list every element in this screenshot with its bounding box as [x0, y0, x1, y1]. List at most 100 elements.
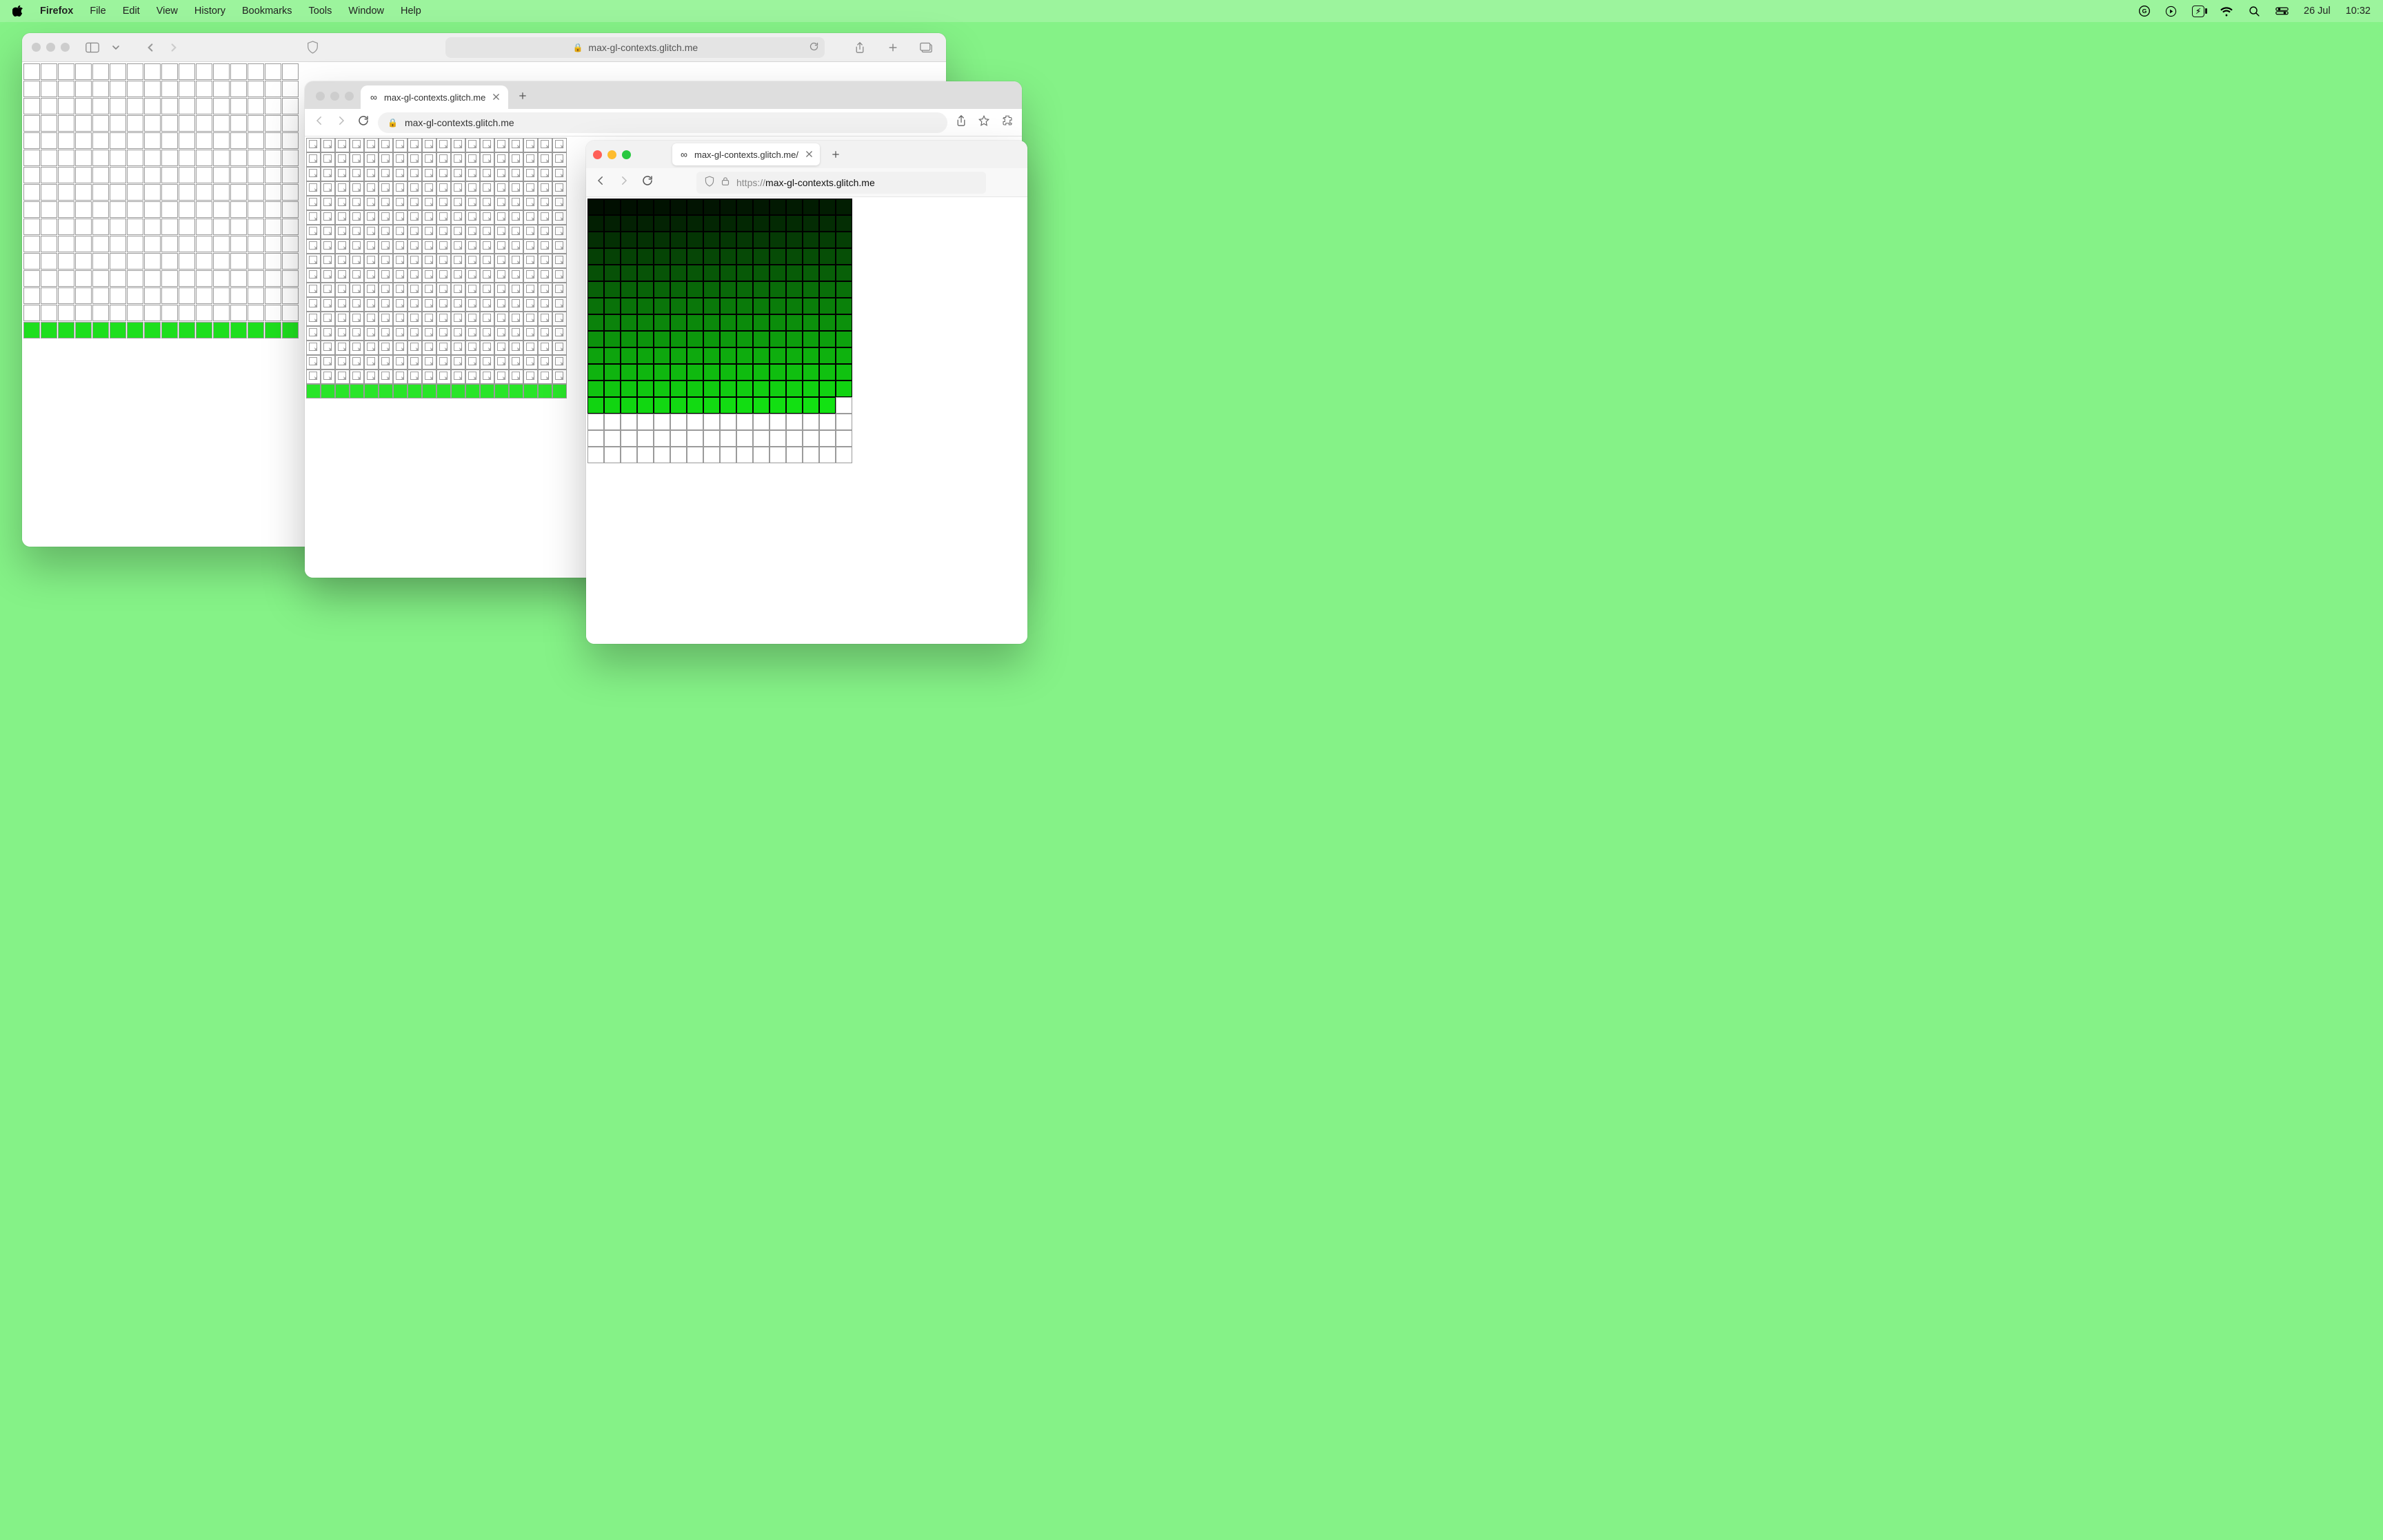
chevron-down-icon[interactable]	[105, 37, 126, 58]
menubar-time[interactable]: 10:32	[2346, 6, 2371, 17]
firefox-address-bar[interactable]: https://max-gl-contexts.glitch.me	[696, 172, 986, 194]
grid-cell	[179, 81, 195, 97]
grid-cell	[753, 215, 770, 232]
now-playing-icon[interactable]	[2165, 6, 2177, 17]
grid-cell	[803, 447, 819, 463]
grid-cell	[306, 369, 321, 384]
menubar-view[interactable]: View	[157, 6, 178, 17]
close-button[interactable]	[593, 150, 602, 159]
grid-cell	[720, 381, 736, 397]
extensions-icon[interactable]	[1001, 114, 1014, 130]
zoom-button[interactable]	[345, 92, 354, 101]
grid-cell	[306, 181, 321, 196]
new-tab-icon[interactable]	[883, 37, 903, 58]
battery-icon[interactable]: ⚡︎	[2192, 6, 2204, 17]
grid-cell	[836, 397, 852, 414]
forward-icon[interactable]	[163, 37, 184, 58]
share-icon[interactable]	[956, 114, 967, 130]
forward-icon[interactable]	[335, 114, 348, 130]
grid-cell	[687, 298, 703, 314]
grid-cell	[509, 225, 523, 239]
grid-cell	[306, 254, 321, 268]
new-tab-icon[interactable]	[512, 85, 533, 106]
close-tab-icon[interactable]	[492, 92, 500, 103]
grid-cell	[451, 297, 465, 312]
grid-cell	[494, 326, 509, 341]
menubar-app-name[interactable]: Firefox	[40, 6, 73, 17]
grid-cell	[422, 268, 436, 283]
grid-cell	[282, 132, 299, 149]
safari-address-bar[interactable]: 🔒 max-gl-contexts.glitch.me	[445, 37, 825, 58]
grid-cell	[770, 298, 786, 314]
minimize-button[interactable]	[607, 150, 616, 159]
apple-logo-icon[interactable]	[12, 5, 23, 17]
reload-icon[interactable]	[357, 114, 370, 130]
reload-icon[interactable]	[641, 174, 654, 190]
grid-cell	[92, 98, 109, 114]
grid-cell	[494, 138, 509, 152]
control-center-icon[interactable]	[2275, 6, 2289, 16]
close-button[interactable]	[32, 43, 41, 52]
back-icon[interactable]	[313, 114, 325, 130]
minimize-button[interactable]	[46, 43, 55, 52]
grid-cell	[213, 253, 230, 270]
grid-cell	[41, 167, 57, 183]
tracking-shield-icon[interactable]	[705, 176, 714, 189]
close-tab-icon[interactable]	[805, 150, 813, 160]
firefox-toolbar: https://max-gl-contexts.glitch.me	[586, 168, 1027, 197]
chrome-address-bar[interactable]: 🔒 max-gl-contexts.glitch.me	[378, 112, 947, 133]
zoom-button[interactable]	[622, 150, 631, 159]
grid-cell	[230, 253, 247, 270]
menubar-file[interactable]: File	[90, 6, 105, 17]
menubar-tools[interactable]: Tools	[309, 6, 332, 17]
firefox-tab-active[interactable]: ∞ max-gl-contexts.glitch.me/	[672, 143, 820, 165]
grid-cell	[786, 331, 803, 347]
tab-overview-icon[interactable]	[916, 37, 936, 58]
g-menu-extra-icon[interactable]: G	[2139, 6, 2150, 17]
menubar-date[interactable]: 26 Jul	[2304, 6, 2331, 17]
grid-cell	[480, 210, 494, 225]
grid-cell	[654, 232, 670, 248]
grid-cell	[436, 196, 451, 210]
close-button[interactable]	[316, 92, 325, 101]
grid-cell	[144, 236, 161, 252]
back-icon[interactable]	[140, 37, 161, 58]
privacy-shield-icon[interactable]	[303, 37, 323, 58]
spotlight-icon[interactable]	[2249, 6, 2260, 17]
back-icon[interactable]	[594, 174, 607, 190]
chrome-tab-active[interactable]: ∞ max-gl-contexts.glitch.me	[361, 85, 508, 109]
grid-cell	[230, 115, 247, 132]
wifi-icon[interactable]	[2220, 6, 2233, 17]
forward-icon[interactable]	[618, 174, 630, 190]
menubar-edit[interactable]: Edit	[123, 6, 140, 17]
reload-icon[interactable]	[809, 41, 819, 54]
grid-cell	[654, 314, 670, 331]
minimize-button[interactable]	[330, 92, 339, 101]
share-icon[interactable]	[849, 37, 870, 58]
new-tab-icon[interactable]	[825, 144, 846, 165]
menubar-history[interactable]: History	[194, 6, 225, 17]
grid-cell	[75, 150, 92, 166]
grid-cell	[736, 265, 753, 281]
bookmark-star-icon[interactable]	[978, 114, 990, 130]
grid-cell	[364, 384, 379, 398]
zoom-button[interactable]	[61, 43, 70, 52]
grid-cell	[306, 268, 321, 283]
grid-cell	[408, 369, 422, 384]
grid-cell	[836, 265, 852, 281]
grid-cell	[393, 384, 408, 398]
grid-cell	[538, 167, 552, 181]
grid-cell	[654, 430, 670, 447]
grid-cell	[92, 219, 109, 235]
grid-cell	[819, 232, 836, 248]
grid-cell	[604, 298, 621, 314]
grid-cell	[282, 219, 299, 235]
grid-cell	[654, 215, 670, 232]
sidebar-icon[interactable]	[82, 37, 103, 58]
grid-cell	[836, 331, 852, 347]
grid-cell	[538, 268, 552, 283]
menubar-bookmarks[interactable]: Bookmarks	[242, 6, 292, 17]
menubar-help[interactable]: Help	[401, 6, 421, 17]
grid-cell	[480, 196, 494, 210]
menubar-window[interactable]: Window	[348, 6, 384, 17]
